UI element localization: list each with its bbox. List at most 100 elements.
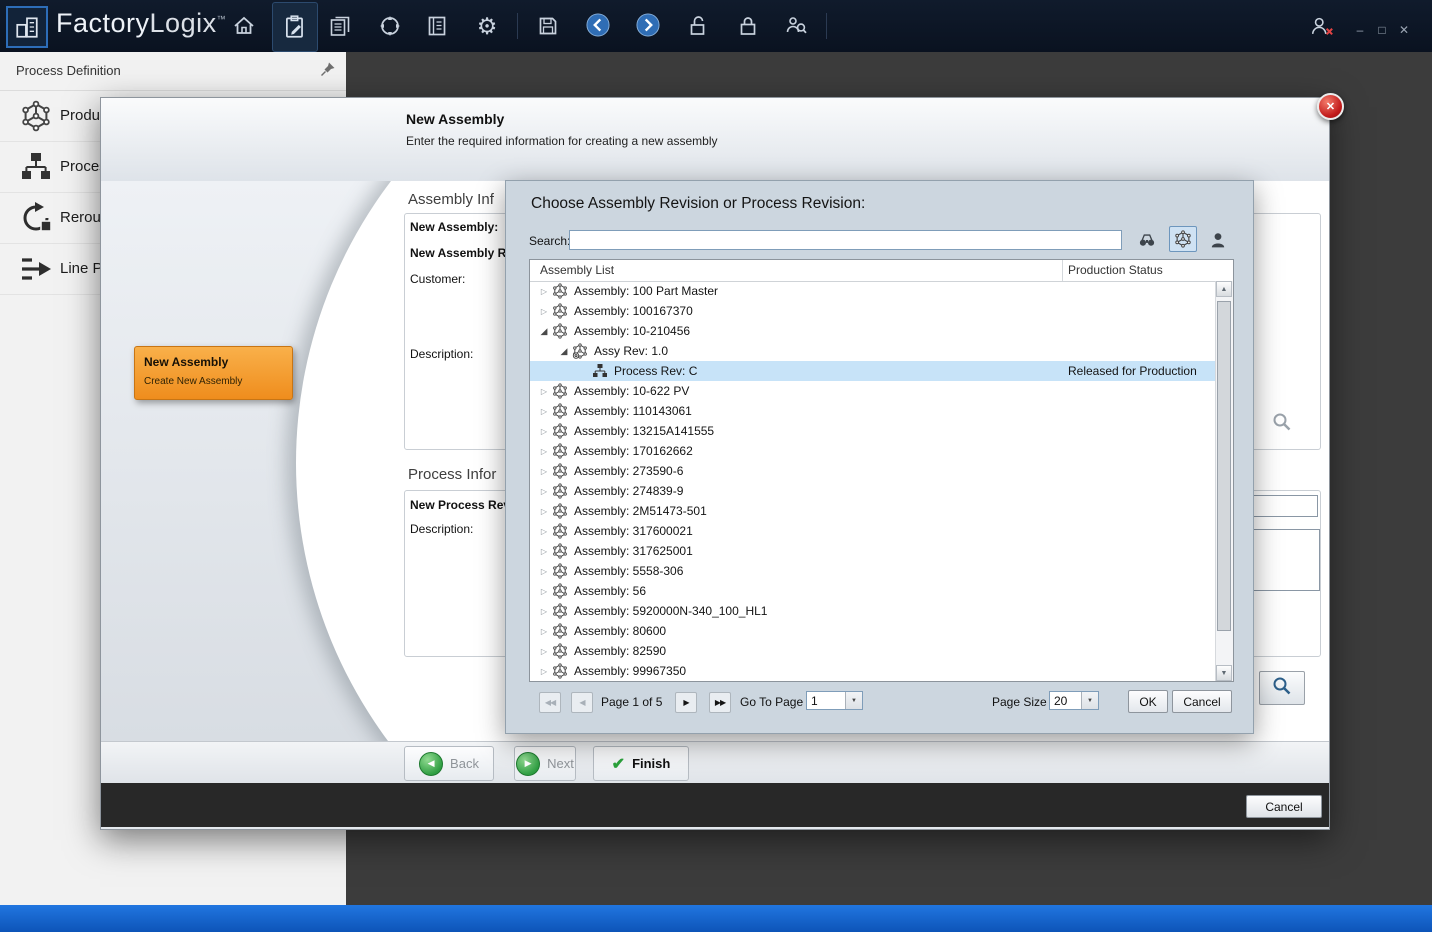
tree-row[interactable]: ▷ Assembly: 273590-6 [530, 461, 1216, 481]
go-to-page-select[interactable]: 1 ▼ [806, 691, 863, 710]
save-icon[interactable] [536, 14, 560, 38]
expander-expanded-icon[interactable]: ◢ [556, 346, 572, 357]
next-page-button[interactable]: ▶ [675, 692, 697, 713]
wizard-cancel-button[interactable]: Cancel [1246, 795, 1322, 818]
previous-page-button[interactable]: ◀ [571, 692, 593, 713]
expander-collapsed-icon[interactable]: ▷ [536, 547, 552, 556]
assembly-icon [552, 283, 569, 300]
popup-cancel-button[interactable]: Cancel [1172, 690, 1232, 713]
page-size-select[interactable]: 20 ▼ [1049, 691, 1099, 710]
undo-icon[interactable] [585, 12, 611, 38]
expander-collapsed-icon[interactable]: ▷ [536, 447, 552, 456]
tree-row[interactable]: Process Rev: CReleased for Production [530, 361, 1216, 381]
user-logout-icon[interactable] [1308, 13, 1336, 39]
assembly-icon [552, 383, 569, 400]
new-process-revision-label: New Process Revi [410, 498, 513, 512]
expander-collapsed-icon[interactable]: ▷ [536, 527, 552, 536]
tree-row[interactable]: ▷Assembly: 317600021 [530, 521, 1216, 541]
tree-row[interactable]: ▷ Assembly: 317625001 [530, 541, 1216, 561]
expander-collapsed-icon[interactable]: ▷ [536, 287, 552, 296]
wizard-step-new-assembly[interactable]: New Assembly Create New Assembly [134, 346, 293, 400]
scrollbar-thumb[interactable] [1217, 301, 1231, 631]
expander-collapsed-icon[interactable]: ▷ [536, 407, 552, 416]
tree-row[interactable]: ▷Assembly: 56 [530, 581, 1216, 601]
tree-row[interactable]: ▷ Assembly: 5920000N-340_100_HL1 [530, 601, 1216, 621]
finish-button[interactable]: ✔ Finish [593, 746, 689, 781]
pin-icon[interactable] [320, 61, 338, 79]
search-input[interactable] [569, 230, 1122, 250]
tree-row[interactable]: ▷Assembly: 100167370 [530, 301, 1216, 321]
next-button[interactable]: ▶ Next [514, 746, 576, 781]
sidebar-header: Process Definition [0, 52, 346, 91]
navigate-compass-icon[interactable] [378, 14, 402, 38]
tree-row[interactable]: ▷Assembly: 13215A141555 [530, 421, 1216, 441]
expander-collapsed-icon[interactable]: ▷ [536, 627, 552, 636]
tree-row[interactable]: ▷ Assembly: 170162662 [530, 441, 1216, 461]
tree-item-label: Assembly: 273590-6 [574, 464, 683, 478]
ok-button[interactable]: OK [1128, 690, 1168, 713]
tree-row[interactable]: ▷Assembly: 110143061 [530, 401, 1216, 421]
application-window: FactoryLogix™ ⚙ – □ ✕ Process Definition… [0, 0, 1432, 932]
vertical-scrollbar[interactable]: ▲ ▼ [1215, 281, 1233, 681]
tree-row[interactable]: ▷ Assembly: 274839-9 [530, 481, 1216, 501]
dialog-close-icon[interactable]: ✕ [1317, 93, 1344, 120]
search-button[interactable] [1259, 671, 1305, 705]
production-status-column[interactable]: Production Status [1068, 263, 1163, 277]
customer-view-toggle-icon[interactable] [1205, 228, 1231, 252]
tree-item-label: Assembly: 170162662 [574, 444, 693, 458]
expander-expanded-icon[interactable]: ◢ [536, 326, 552, 337]
home-icon[interactable] [232, 14, 256, 38]
assembly-list-column[interactable]: Assembly List [540, 263, 614, 277]
assembly-icon [552, 323, 569, 340]
expander-collapsed-icon[interactable]: ▷ [536, 387, 552, 396]
tree-row[interactable]: ▷Assembly: 99967350 [530, 661, 1216, 681]
trademark: ™ [217, 14, 227, 24]
scroll-down-icon[interactable]: ▼ [1216, 665, 1232, 681]
expander-collapsed-icon[interactable]: ▷ [536, 587, 552, 596]
report-icon[interactable] [425, 14, 449, 38]
tree-row[interactable]: ◢Assembly: 10-210456 [530, 321, 1216, 341]
tree-row[interactable]: ▷Assembly: 5558-306 [530, 561, 1216, 581]
lock-icon[interactable] [736, 14, 760, 38]
settings-gear-icon[interactable]: ⚙ [475, 14, 499, 38]
tree-item-label: Assembly: 317625001 [574, 544, 693, 558]
assembly-view-toggle-icon[interactable] [1169, 226, 1197, 252]
redo-icon[interactable] [635, 12, 661, 38]
finish-button-label: Finish [632, 756, 670, 771]
window-close-button[interactable]: ✕ [1396, 22, 1412, 38]
person-search-icon[interactable] [784, 14, 808, 38]
assembly-icon [552, 543, 569, 560]
document-flow-icon[interactable] [328, 14, 352, 38]
tree-item-label: Assembly: 5920000N-340_100_HL1 [574, 604, 767, 618]
tree-item-label: Assembly: 274839-9 [574, 484, 683, 498]
expander-collapsed-icon[interactable]: ▷ [536, 647, 552, 656]
expander-collapsed-icon[interactable]: ▷ [536, 507, 552, 516]
binoculars-filter-icon[interactable] [1134, 228, 1160, 252]
reroute-icon [20, 202, 52, 234]
tree-row[interactable]: ▷Assembly: 10-622 PV [530, 381, 1216, 401]
window-maximize-button[interactable]: □ [1374, 22, 1390, 38]
expander-collapsed-icon[interactable]: ▷ [536, 487, 552, 496]
tree-row[interactable]: ▷Assembly: 2M51473-501 [530, 501, 1216, 521]
line-process-icon [20, 253, 52, 285]
first-page-button[interactable]: ◀◀ [539, 692, 561, 713]
tree-row[interactable]: ▷Assembly: 80600 [530, 621, 1216, 641]
process-definition-tab-icon[interactable] [272, 2, 318, 52]
expander-collapsed-icon[interactable]: ▷ [536, 427, 552, 436]
expander-collapsed-icon[interactable]: ▷ [536, 667, 552, 676]
unlock-icon[interactable] [686, 14, 710, 38]
back-button[interactable]: ◀ Back [404, 746, 494, 781]
expander-collapsed-icon[interactable]: ▷ [536, 467, 552, 476]
tree-item-label: Assy Rev: 1.0 [594, 344, 668, 358]
tree-row[interactable]: ◢ Assy Rev: 1.0 [530, 341, 1216, 361]
window-minimize-button[interactable]: – [1352, 22, 1368, 38]
next-button-label: Next [547, 756, 574, 771]
scroll-up-icon[interactable]: ▲ [1216, 281, 1232, 297]
expander-collapsed-icon[interactable]: ▷ [536, 607, 552, 616]
tree-row[interactable]: ▷Assembly: 100 Part Master [530, 281, 1216, 301]
back-arrow-icon: ◀ [419, 752, 443, 776]
tree-row[interactable]: ▷Assembly: 82590 [530, 641, 1216, 661]
expander-collapsed-icon[interactable]: ▷ [536, 307, 552, 316]
last-page-button[interactable]: ▶▶ [709, 692, 731, 713]
expander-collapsed-icon[interactable]: ▷ [536, 567, 552, 576]
